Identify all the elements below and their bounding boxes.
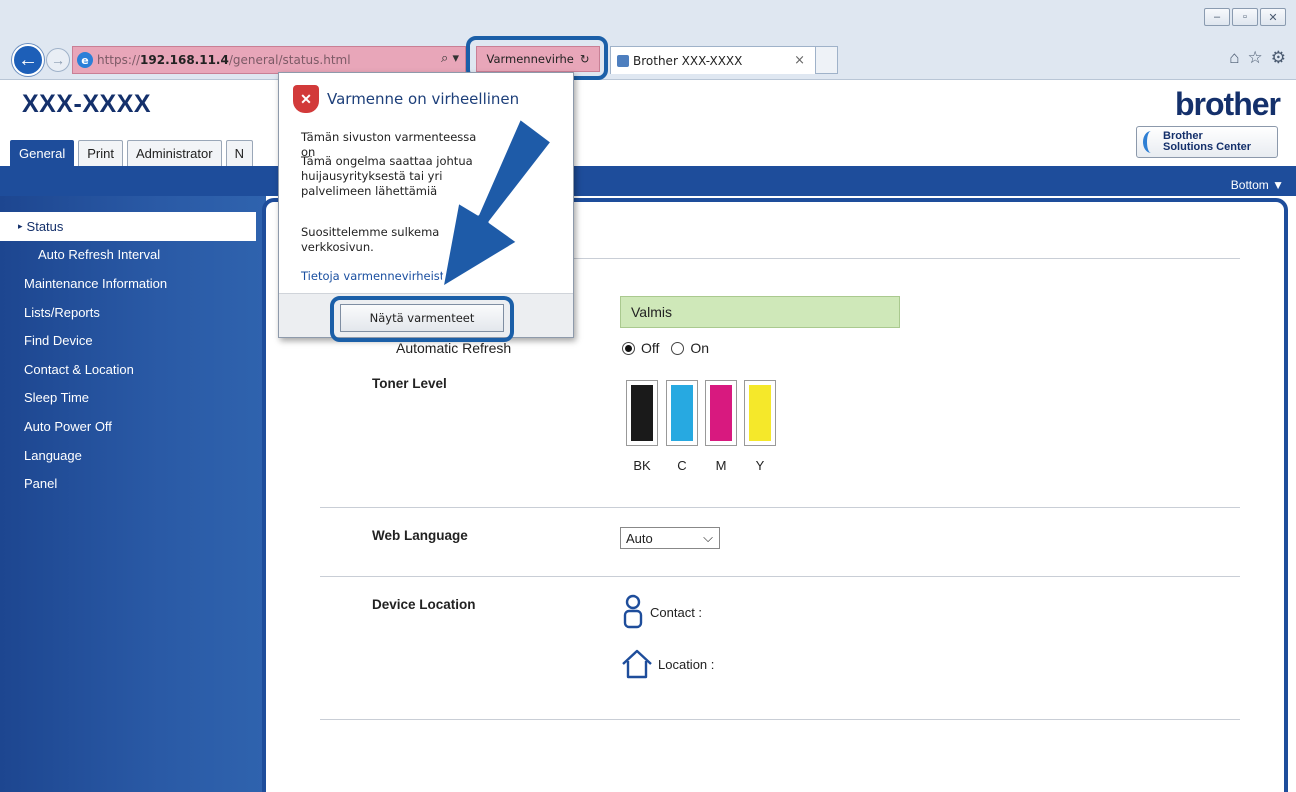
radio-off-label: Off [641, 340, 660, 356]
search-icon[interactable]: ⌕ ▾ [441, 51, 459, 66]
window-controls: – ▫ ✕ [1204, 8, 1286, 26]
address-protocol: https:// [97, 53, 141, 67]
sidebar-item-lists-reports[interactable]: Lists/Reports [0, 298, 256, 327]
forward-button[interactable]: → [46, 48, 70, 72]
home-icon[interactable]: ⌂ [1229, 48, 1239, 68]
refresh-icon: ↻ [579, 52, 590, 66]
sidebar-item-find-device[interactable]: Find Device [0, 326, 256, 355]
model-title: XXX-XXXX [22, 90, 152, 118]
address-bar[interactable]: e https:// 192.168.11.4 /general/status.… [72, 46, 466, 74]
tab-administrator[interactable]: Administrator [126, 140, 222, 166]
solutions-swoosh-icon [1143, 131, 1159, 153]
caret-right-icon: ▸ [18, 220, 23, 231]
address-host: 192.168.11.4 [140, 53, 229, 67]
brother-logo: brother [1175, 86, 1281, 122]
sidebar-item-maintenance[interactable]: Maintenance Information [0, 269, 256, 298]
toner-label-y: Y [755, 458, 765, 473]
sidebar-item-auto-refresh[interactable]: Auto Refresh Interval [0, 241, 256, 270]
view-certificates-button[interactable]: Näytä varmenteet [340, 304, 504, 332]
radio-on-label: On [690, 340, 710, 356]
location-label: Location : [658, 656, 715, 672]
sidebar-menu: ▸ Status Auto Refresh Interval Maintenanc… [0, 212, 256, 498]
toner-bar-c [666, 380, 698, 446]
web-language-select[interactable]: Auto ⌵ [620, 527, 720, 549]
divider [320, 507, 1240, 508]
arrow-right-icon: → [51, 52, 65, 68]
toner-label-m: M [715, 458, 727, 473]
device-status-value: Valmis [620, 296, 900, 328]
toner-level-label: Toner Level [372, 376, 447, 391]
cert-error-label: Varmennevirhe [486, 52, 574, 66]
sidebar-item-auto-power-off[interactable]: Auto Power Off [0, 412, 256, 441]
divider [320, 719, 1240, 720]
maximize-button[interactable]: ▫ [1232, 8, 1258, 26]
location-row: Location : [620, 648, 714, 680]
browser-tools: ⌂ ☆ ⚙ [1229, 48, 1286, 68]
divider [320, 576, 1240, 577]
toner-label-bk: BK [633, 458, 651, 473]
solutions-center-button[interactable]: Brother Solutions Center [1136, 126, 1278, 158]
radio-off[interactable] [622, 341, 635, 355]
tab-print[interactable]: Print [78, 140, 123, 166]
ie-page-icon: e [77, 52, 93, 68]
chevron-down-icon: ⌵ [703, 530, 713, 545]
sidebar-item-status[interactable]: ▸ Status [0, 212, 256, 241]
solutions-line2: Solutions Center [1163, 141, 1252, 153]
device-location-label: Device Location [372, 597, 476, 612]
sidebar-item-sleep-time[interactable]: Sleep Time [0, 384, 256, 413]
arrow-left-icon: ← [18, 48, 38, 71]
tab-network[interactable]: N [225, 140, 253, 166]
contact-row: Contact : [622, 594, 702, 630]
tab-favicon-icon [617, 54, 629, 67]
auto-refresh-label: Automatic Refresh [396, 340, 512, 356]
sidebar-item-panel[interactable]: Panel [0, 469, 256, 498]
contact-label: Contact : [650, 604, 703, 620]
bottom-link[interactable]: Bottom ▼ [1231, 178, 1284, 192]
browser-tab[interactable]: Brother XXX-XXXX × [610, 46, 816, 74]
close-tab-icon[interactable]: × [794, 53, 805, 68]
web-language-value: Auto [626, 530, 653, 546]
address-path: /general/status.html [228, 53, 351, 67]
shield-error-icon: ✕ [293, 85, 319, 113]
nav-band [0, 166, 1296, 196]
instruction-arrow-icon [440, 116, 554, 290]
gear-icon[interactable]: ⚙ [1271, 48, 1286, 68]
toner-bar-y [744, 380, 776, 446]
new-tab-button[interactable] [816, 46, 838, 74]
popup-header: ✕ Varmenne on virheellinen [293, 85, 519, 113]
sidebar-item-contact-location[interactable]: Contact & Location [0, 355, 256, 384]
toner-bar-m [705, 380, 737, 446]
person-icon [623, 594, 643, 629]
main-tabs: General Print Administrator N [10, 140, 253, 166]
web-language-label: Web Language [372, 528, 468, 543]
tab-general[interactable]: General [10, 140, 75, 166]
tab-title: Brother XXX-XXXX [633, 53, 743, 68]
toner-label-c: C [677, 458, 687, 473]
cert-error-button[interactable]: Varmennevirhe ↻ [476, 46, 600, 72]
sidebar-item-language[interactable]: Language [0, 441, 256, 470]
favorites-star-icon[interactable]: ☆ [1248, 48, 1263, 68]
back-button[interactable]: ← [12, 44, 44, 76]
popup-title: Varmenne on virheellinen [327, 90, 520, 108]
minimize-button[interactable]: – [1204, 8, 1230, 26]
house-icon [622, 649, 652, 679]
toner-bar-bk [626, 380, 658, 446]
close-window-button[interactable]: ✕ [1260, 8, 1286, 26]
radio-on[interactable] [671, 341, 685, 355]
auto-refresh-radios: Off On [622, 340, 709, 356]
